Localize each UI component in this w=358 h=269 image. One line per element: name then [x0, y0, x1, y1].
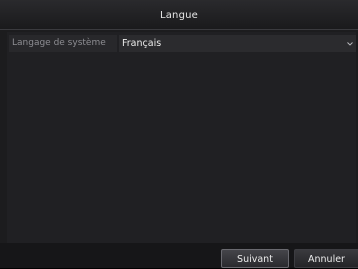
- next-button[interactable]: Suivant: [221, 249, 289, 268]
- cancel-button[interactable]: Annuler: [294, 249, 358, 268]
- language-select[interactable]: Français: [119, 35, 356, 52]
- language-select-value: Français: [122, 38, 162, 49]
- chevron-down-icon-glyph: [347, 41, 353, 46]
- language-setting-row: Langage de système Français: [9, 35, 356, 52]
- dialog-title: Langue: [159, 10, 199, 21]
- chevron-down-icon[interactable]: [346, 35, 354, 52]
- title-bar: Langue: [0, 0, 358, 30]
- dialog-footer: Suivant Annuler: [0, 243, 358, 268]
- language-dialog: Langue Langage de système Français Suiva…: [0, 0, 358, 268]
- settings-panel: Langage de système Français: [7, 32, 356, 243]
- language-label: Langage de système: [9, 35, 117, 52]
